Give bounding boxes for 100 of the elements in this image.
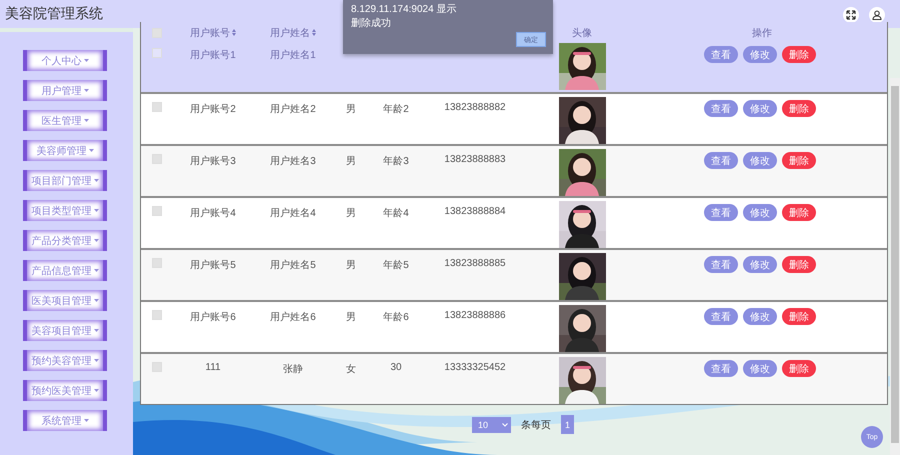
sidebar-menu-button[interactable]: 产品信息管理 <box>23 260 107 281</box>
table-cell: 13823888883 <box>444 154 506 165</box>
caret-icon <box>94 298 98 302</box>
delete-button[interactable]: 删除 <box>782 152 816 169</box>
view-button[interactable]: 查看 <box>704 204 738 221</box>
delete-button[interactable]: 删除 <box>782 308 816 325</box>
user-button[interactable] <box>869 7 885 23</box>
caret-icon <box>94 268 98 272</box>
table-cell-text: 张静 <box>283 362 303 376</box>
sidebar-menu-button[interactable]: 用户管理 <box>23 80 107 101</box>
sidebar-menu-button[interactable]: 美容师管理 <box>23 140 107 161</box>
table-cell-text: 用户账号3 <box>190 154 236 168</box>
table-cell-text: 年龄3 <box>383 154 409 168</box>
table-cell-text: 男 <box>346 103 356 116</box>
view-button[interactable]: 查看 <box>704 256 738 273</box>
user-icon <box>872 10 882 20</box>
expand-icon <box>846 10 856 20</box>
table-cell-text: 用户账号6 <box>190 310 236 324</box>
delete-button[interactable]: 删除 <box>782 256 816 273</box>
row-checkbox[interactable] <box>152 102 162 112</box>
table-cell-text: 男 <box>346 155 356 168</box>
delete-button[interactable]: 删除 <box>782 360 816 377</box>
caret-icon <box>94 238 98 242</box>
edit-button[interactable]: 修改 <box>743 256 777 273</box>
sidebar-menu-button[interactable]: 预约医美管理 <box>23 380 107 401</box>
caret-icon <box>84 58 88 62</box>
table-cell-text: 年龄5 <box>383 258 409 272</box>
table-cell-text: 用户姓名3 <box>270 154 316 168</box>
table-cell: 13823888885 <box>444 258 506 269</box>
edit-button[interactable]: 修改 <box>743 46 777 63</box>
table-cell-text: 用户姓名4 <box>270 206 316 220</box>
table-cell-text: 年龄6 <box>383 310 409 324</box>
table-cell: 13333325452 <box>444 362 506 373</box>
table-cell: 30 <box>390 362 402 373</box>
view-button[interactable]: 查看 <box>704 46 738 63</box>
caret-icon <box>88 148 94 152</box>
caret-icon <box>84 118 88 122</box>
sort-icon[interactable] <box>232 29 236 36</box>
row-checkbox[interactable] <box>152 310 162 320</box>
sidebar-menu-button[interactable]: 美容项目管理 <box>23 320 107 341</box>
sort-icon[interactable] <box>312 29 316 36</box>
table-cell: 13823888882 <box>444 102 506 113</box>
chevron-down-icon <box>502 422 508 426</box>
row-checkbox[interactable] <box>152 48 162 58</box>
table-cell-text: 用户姓名5 <box>270 258 316 272</box>
edit-button[interactable]: 修改 <box>743 308 777 325</box>
table-cell-text: 用户姓名6 <box>270 310 316 324</box>
caret-icon <box>94 178 98 182</box>
table-cell-text: 年龄2 <box>383 102 409 116</box>
dialog-message: 删除成功 <box>351 16 391 30</box>
sidebar-menu-button[interactable]: 项目类型管理 <box>23 200 107 221</box>
table-cell-text: 男 <box>346 207 356 220</box>
column-header: 用户姓名 <box>270 26 310 40</box>
page-button[interactable]: 1 <box>561 415 574 434</box>
column-header: 头像 <box>572 26 592 40</box>
sidebar-menu-button[interactable]: 项目部门管理 <box>23 170 107 191</box>
app-title: 美容院管理系统 <box>5 5 103 23</box>
table-cell-text: 用户账号5 <box>190 258 236 272</box>
table-cell-text: 用户账号2 <box>190 102 236 116</box>
edit-button[interactable]: 修改 <box>743 152 777 169</box>
row-checkbox[interactable] <box>152 206 162 216</box>
table-cell-text: 用户账号1 <box>190 48 236 62</box>
table-cell: 13823888886 <box>444 310 506 321</box>
delete-button[interactable]: 删除 <box>782 100 816 117</box>
view-button[interactable]: 查看 <box>704 100 738 117</box>
row-checkbox[interactable] <box>152 258 162 268</box>
sidebar-menu-button[interactable]: 医生管理 <box>23 110 107 131</box>
scrollbar[interactable] <box>890 78 900 455</box>
sidebar-menu-button[interactable]: 产品分类管理 <box>23 230 107 251</box>
delete-button[interactable]: 删除 <box>782 204 816 221</box>
caret-icon <box>94 358 98 362</box>
table-cell: 111 <box>205 362 221 373</box>
table-cell-text: 用户姓名1 <box>270 48 316 62</box>
caret-icon <box>84 88 88 92</box>
sidebar-menu-button[interactable]: 系统管理 <box>23 410 107 431</box>
table-cell-text: 男 <box>346 259 356 272</box>
fullscreen-button[interactable] <box>843 7 859 23</box>
edit-button[interactable]: 修改 <box>743 360 777 377</box>
table-cell-text: 用户姓名2 <box>270 102 316 116</box>
table-cell-text: 女 <box>346 363 356 376</box>
select-all-checkbox[interactable] <box>152 28 162 38</box>
table-cell-text: 年龄4 <box>383 206 409 220</box>
view-button[interactable]: 查看 <box>704 308 738 325</box>
row-checkbox[interactable] <box>152 362 162 372</box>
sidebar-menu-button[interactable]: 个人中心 <box>23 50 107 71</box>
edit-button[interactable]: 修改 <box>743 204 777 221</box>
table-cell-text: 用户账号4 <box>190 206 236 220</box>
view-button[interactable]: 查看 <box>704 360 738 377</box>
delete-button[interactable]: 删除 <box>782 46 816 63</box>
sidebar-menu-button[interactable]: 医美项目管理 <box>23 290 107 311</box>
row-checkbox[interactable] <box>152 154 162 164</box>
caret-icon <box>94 388 98 392</box>
table-cell-text: 男 <box>346 311 356 324</box>
dialog-title: 8.129.11.174:9024 显示 <box>351 3 456 16</box>
view-button[interactable]: 查看 <box>704 152 738 169</box>
sidebar-menu-button[interactable]: 预约美容管理 <box>23 350 107 371</box>
caret-icon <box>94 328 98 332</box>
page-size-select[interactable]: 10 <box>472 416 511 432</box>
edit-button[interactable]: 修改 <box>743 100 777 117</box>
column-header: 用户账号 <box>190 26 230 40</box>
